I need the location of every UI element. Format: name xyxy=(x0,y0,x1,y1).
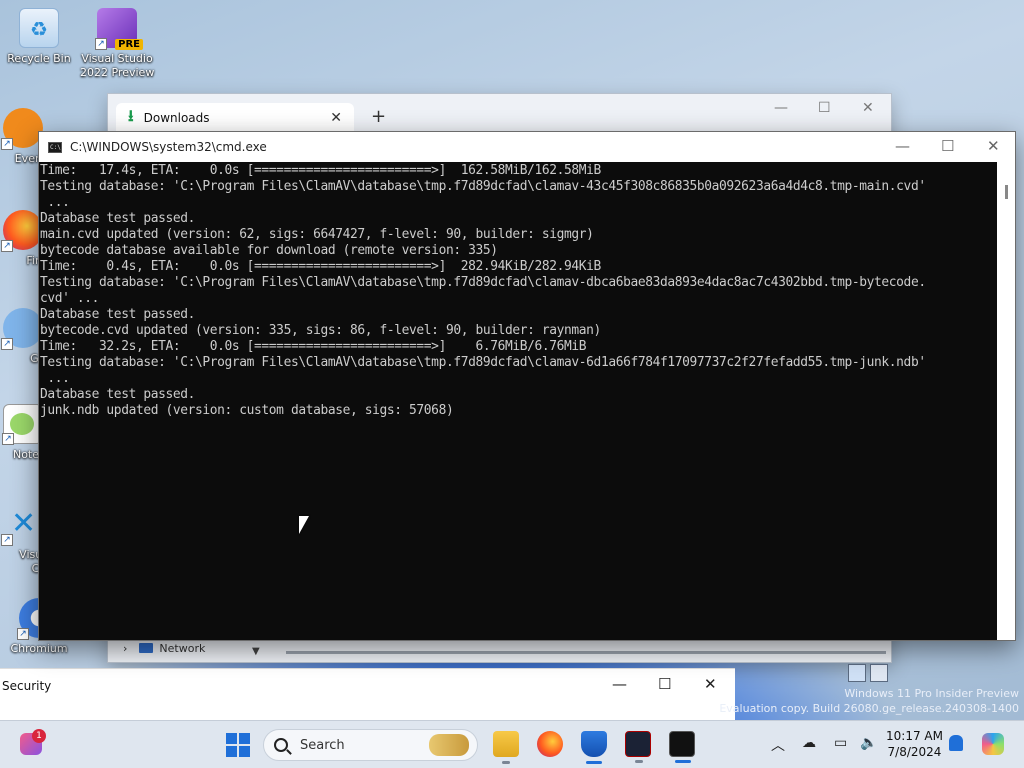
shortcut-arrow-icon: ↗ xyxy=(2,433,14,445)
console-line: bytecode.cvd updated (version: 335, sigs… xyxy=(40,323,601,338)
cloud-offline-icon[interactable]: ☁ xyxy=(802,735,816,751)
close-button[interactable]: ✕ xyxy=(862,100,874,116)
horizontal-scrollbar[interactable] xyxy=(286,651,886,654)
tab-downloads[interactable]: ⭳ Downloads ✕ xyxy=(116,103,354,133)
close-button[interactable]: ✕ xyxy=(704,675,717,693)
shortcut-arrow-icon: ↗ xyxy=(17,628,29,640)
scroll-down-icon[interactable]: ▼ xyxy=(252,646,260,657)
cmd-titlebar[interactable]: C:\ C:\WINDOWS\system32\cmd.exe — ☐ ✕ xyxy=(39,132,1015,162)
tab-label: Downloads xyxy=(143,111,210,125)
console-line: Time: 17.4s, ETA: 0.0s [================… xyxy=(40,163,601,178)
console-line: Time: 32.2s, ETA: 0.0s [================… xyxy=(40,339,587,354)
search-input[interactable]: Search xyxy=(263,729,478,761)
maximize-button[interactable]: ☐ xyxy=(818,100,831,116)
desktop-icon-recycle-bin[interactable]: ♻ Recycle Bin xyxy=(2,8,76,66)
maximize-button[interactable]: ☐ xyxy=(658,675,671,693)
vscode-icon: ✕ ↗ xyxy=(1,504,43,546)
notification-badge: 1 xyxy=(32,729,46,743)
window-title: Security xyxy=(2,679,52,693)
chevron-right-icon: › xyxy=(123,641,128,655)
download-arrow-icon: ⭳ xyxy=(128,105,134,125)
taskbar: 1 Search ︿ ☁ ▭ 🔈 10:17 AM 7/8/2024 xyxy=(0,720,1024,768)
console-line: Time: 0.4s, ETA: 0.0s [=================… xyxy=(40,259,601,274)
vertical-scrollbar[interactable] xyxy=(997,162,1015,640)
shortcut-arrow-icon: ↗ xyxy=(1,338,13,350)
console-line: ... xyxy=(40,195,70,210)
notification-bell-icon[interactable] xyxy=(949,735,963,751)
firefox-icon: ↗ xyxy=(1,210,43,252)
desktop-icon-label: 2022 Preview xyxy=(80,66,155,79)
search-icon xyxy=(274,738,288,752)
details-view-button[interactable] xyxy=(848,664,866,682)
notepad-icon: ↗ xyxy=(2,404,43,445)
shortcut-arrow-icon: ↗ xyxy=(95,38,107,50)
search-placeholder: Search xyxy=(300,737,345,753)
clock-date: 7/8/2024 xyxy=(887,745,942,759)
chevron-up-icon[interactable]: ︿ xyxy=(771,735,785,755)
maximize-button[interactable]: ☐ xyxy=(941,137,954,155)
windows-security-icon[interactable] xyxy=(581,731,607,764)
network-icon[interactable]: ▭ xyxy=(834,735,847,751)
scrollbar-thumb[interactable] xyxy=(1005,185,1008,199)
network-icon xyxy=(139,643,154,653)
console-line: junk.ndb updated (version: custom databa… xyxy=(40,403,454,418)
console-line: ... xyxy=(40,371,70,386)
cmd-icon: C:\ xyxy=(48,141,62,153)
minimize-button[interactable]: — xyxy=(774,100,788,116)
console-line: bytecode database available for download… xyxy=(40,243,498,258)
console-line: Testing database: 'C:\Program Files\Clam… xyxy=(40,179,926,194)
watermark-line: Windows 11 Pro Insider Preview xyxy=(844,687,1019,700)
console-line: Testing database: 'C:\Program Files\Clam… xyxy=(40,275,926,290)
desktop-icon-label: Chromium xyxy=(10,642,68,655)
minimize-button[interactable]: — xyxy=(895,137,910,155)
visual-studio-icon: ↗ PRE xyxy=(95,8,143,50)
terminal-icon[interactable] xyxy=(669,731,695,763)
windows-watermark: Windows 11 Pro Insider Preview Evaluatio… xyxy=(719,686,1019,716)
everything-icon: ↗ xyxy=(1,108,43,150)
console-line: Database test passed. xyxy=(40,307,195,322)
console-line: cvd' ... xyxy=(40,291,100,306)
recycle-bin-icon: ♻ xyxy=(19,8,59,48)
start-button[interactable] xyxy=(226,733,250,757)
copilot-icon[interactable] xyxy=(982,733,1004,755)
volume-muted-icon[interactable]: 🔈 xyxy=(860,735,877,751)
nav-item-label: Network xyxy=(159,641,206,655)
clamav-taskbar-icon[interactable] xyxy=(625,731,651,763)
console-line: Testing database: 'C:\Program Files\Clam… xyxy=(40,355,926,370)
window-title: C:\WINDOWS\system32\cmd.exe xyxy=(70,140,267,154)
minimize-button[interactable]: — xyxy=(612,675,627,693)
tiles-view-button[interactable] xyxy=(870,664,888,682)
watermark-line: Evaluation copy. Build 26080.ge_release.… xyxy=(719,702,1019,715)
console-line: Database test passed. xyxy=(40,211,195,226)
shortcut-arrow-icon: ↗ xyxy=(1,240,13,252)
firefox-taskbar-icon[interactable] xyxy=(537,731,563,757)
desktop-icon-label: Recycle Bin xyxy=(7,52,71,65)
shortcut-arrow-icon: ↗ xyxy=(1,534,13,546)
clock-time: 10:17 AM xyxy=(886,729,943,743)
git-icon: ↗ xyxy=(1,308,43,350)
cmd-window[interactable]: C:\ C:\WINDOWS\system32\cmd.exe — ☐ ✕ Ti… xyxy=(38,131,1016,641)
clock[interactable]: 10:17 AM 7/8/2024 xyxy=(886,728,943,760)
security-window[interactable]: Security — ☐ ✕ xyxy=(0,668,735,720)
console-line: main.cvd updated (version: 62, sigs: 664… xyxy=(40,227,594,242)
desktop-icon-label: Visual Studio xyxy=(81,52,153,65)
console-output[interactable]: Time: 17.4s, ETA: 0.0s [================… xyxy=(39,162,999,640)
desktop-icon-visual-studio[interactable]: ↗ PRE Visual Studio 2022 Preview xyxy=(80,8,154,80)
close-tab-icon[interactable]: ✕ xyxy=(330,110,342,126)
close-button[interactable]: ✕ xyxy=(987,137,1000,155)
console-line: Database test passed. xyxy=(40,387,195,402)
shortcut-arrow-icon: ↗ xyxy=(1,138,13,150)
new-tab-button[interactable]: + xyxy=(371,106,386,127)
pre-badge: PRE xyxy=(115,39,143,50)
search-highlight-icon xyxy=(429,734,469,756)
mouse-pointer-icon xyxy=(299,516,309,534)
file-explorer-icon[interactable] xyxy=(493,731,519,764)
